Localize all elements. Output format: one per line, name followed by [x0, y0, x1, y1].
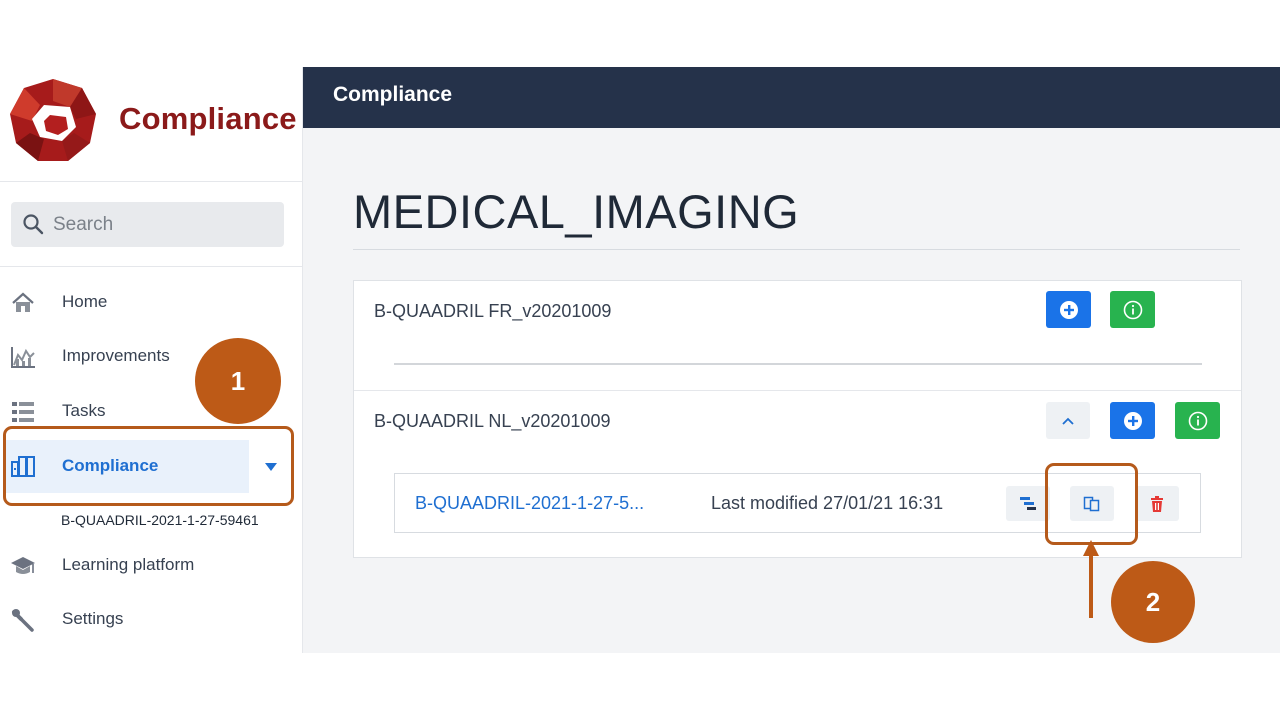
collapse-button[interactable] — [1046, 402, 1090, 439]
callout-badge-1: 1 — [195, 338, 281, 424]
file-link[interactable]: B-QUAADRIL-2021-1-27-5... — [415, 493, 644, 514]
info-button[interactable] — [1110, 291, 1155, 328]
sidebar-item-label: Settings — [62, 609, 124, 628]
sidebar-item-label: Home — [62, 292, 108, 311]
sidebar-item-label: Tasks — [62, 401, 106, 420]
sidebar-item-label: Learning platform — [62, 555, 195, 574]
callout-badge-2: 2 — [1111, 561, 1195, 643]
graduation-cap-icon — [11, 557, 35, 574]
compliance-logo — [10, 79, 96, 161]
last-modified: Last modified 27/01/21 16:31 — [711, 493, 944, 513]
chevron-up-icon — [1062, 417, 1074, 425]
highlight-compliance — [3, 426, 294, 506]
highlight-copy-button — [1045, 463, 1138, 545]
search-box[interactable] — [11, 202, 284, 247]
standard-name: B-QUAADRIL NL_v20201009 — [374, 411, 611, 431]
sidebar-item-settings[interactable]: Settings — [0, 593, 303, 647]
structure-button[interactable] — [1006, 486, 1050, 521]
sidebar-subitem-quaadril[interactable]: B-QUAADRIL-2021-1-27-59461 — [61, 512, 259, 528]
brand-name: Compliance — [119, 101, 297, 136]
search-input[interactable] — [53, 202, 273, 247]
trash-icon — [1151, 495, 1163, 512]
info-circle-icon — [1123, 300, 1142, 319]
plus-circle-icon — [1123, 411, 1142, 430]
delete-button[interactable] — [1135, 486, 1179, 521]
list-icon — [12, 402, 34, 422]
sidebar-item-label: Improvements — [62, 346, 170, 365]
top-bar-title: Compliance — [333, 83, 453, 106]
plus-circle-icon — [1059, 300, 1078, 319]
page-title: MEDICAL_IMAGING — [353, 185, 800, 238]
hierarchy-icon — [1020, 496, 1036, 510]
search-area — [0, 182, 303, 267]
arrow-up-icon — [1083, 540, 1099, 618]
title-divider — [353, 249, 1240, 250]
home-icon — [12, 292, 34, 312]
sidebar-item-learning-platform[interactable]: Learning platform — [0, 539, 303, 593]
add-button[interactable] — [1110, 402, 1155, 439]
logo-area: Compliance — [0, 67, 303, 182]
info-button[interactable] — [1175, 402, 1220, 439]
chart-icon — [11, 347, 35, 368]
standard-row: B-QUAADRIL FR_v20201009 — [354, 281, 1241, 390]
add-button[interactable] — [1046, 291, 1091, 328]
top-bar: Compliance — [303, 67, 1280, 128]
wrench-icon — [12, 609, 34, 632]
row-divider — [394, 363, 1202, 365]
info-circle-icon — [1188, 411, 1207, 430]
search-icon — [23, 214, 44, 235]
sidebar-item-home[interactable]: Home — [0, 276, 303, 330]
standard-name: B-QUAADRIL FR_v20201009 — [374, 301, 612, 321]
